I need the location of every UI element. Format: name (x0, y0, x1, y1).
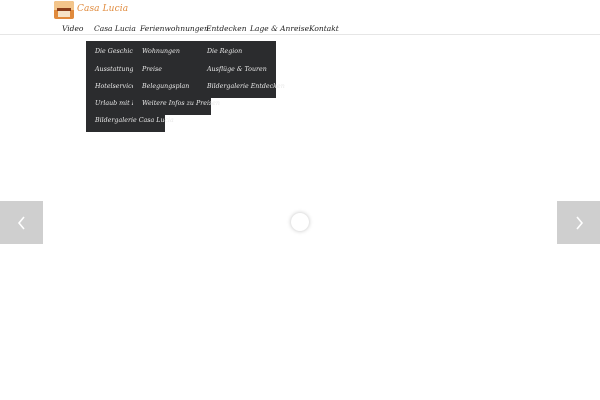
nav-item-video[interactable]: Video (62, 24, 83, 33)
nav-item-casa-lucia[interactable]: Casa Lucia (94, 24, 136, 33)
nav-item-ferienwohnungen[interactable]: Ferienwohnungen (140, 24, 209, 33)
nav-item-lage-anreise[interactable]: Lage & Anreise (250, 24, 309, 33)
menu-item-weitere-infos-zu-preisen[interactable]: Weitere Infos zu Preisen (142, 100, 220, 107)
site-header: Casa Lucia Video Casa Lucia Ferienwohnun… (0, 0, 600, 35)
menu-item-die-region[interactable]: Die Region (207, 48, 242, 55)
chevron-left-icon (17, 216, 25, 230)
menu-item-ausfluege-touren[interactable]: Ausflüge & Touren (207, 66, 267, 73)
menu-item-belegungsplan[interactable]: Belegungsplan (142, 83, 189, 90)
menu-item-ausstattung[interactable]: Ausstattung (95, 66, 134, 73)
menu-item-hotelservice[interactable]: Hotelservice (95, 83, 135, 90)
nav-item-kontakt[interactable]: Kontakt (309, 24, 339, 33)
slider-next-button[interactable] (557, 201, 600, 244)
house-logo-icon[interactable] (54, 1, 74, 19)
menu-item-bildergalerie-casa-lucia[interactable]: Bildergalerie Casa Lucia (95, 117, 174, 124)
chevron-right-icon (576, 216, 584, 230)
menu-item-wohnungen[interactable]: Wohnungen (142, 48, 180, 55)
loading-spinner-icon (291, 213, 309, 231)
nav-item-entdecken[interactable]: Entdecken (206, 24, 247, 33)
slider-prev-button[interactable] (0, 201, 43, 244)
menu-item-bildergalerie-entdecken[interactable]: Bildergalerie Entdecken (207, 83, 285, 90)
dropdown-entdecken: Die Region Ausflüge & Touren Bildergaler… (198, 41, 285, 98)
site-title[interactable]: Casa Lucia (77, 4, 128, 14)
menu-item-preise[interactable]: Preise (142, 66, 162, 73)
